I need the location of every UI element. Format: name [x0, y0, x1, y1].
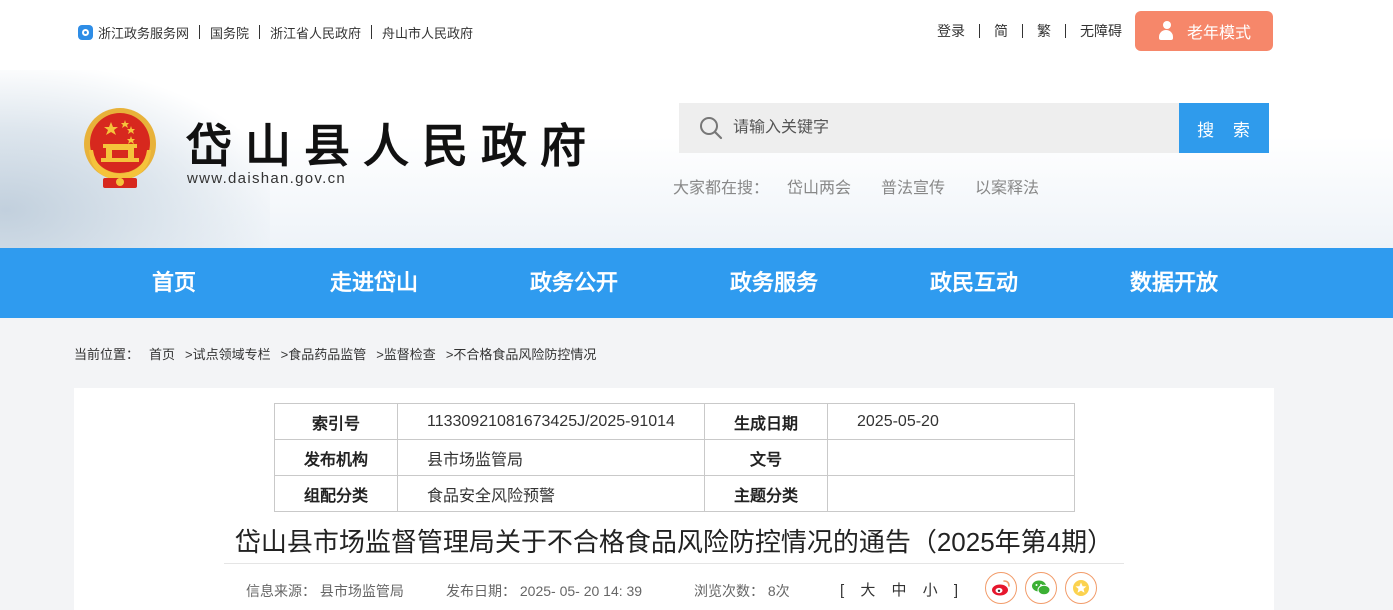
meta-key: 发布机构 [274, 439, 398, 476]
divider [224, 563, 1124, 564]
search-icon [700, 117, 723, 140]
table-row: 组配分类 食品安全风险预警 主题分类 [274, 475, 1075, 512]
breadcrumb: 当前位置： 首页 >试点领域专栏 >食品药品监管 >监督检查 >不合格食品风险防… [74, 344, 606, 363]
simplified-link[interactable]: 简 [994, 21, 1008, 41]
divider [1022, 24, 1023, 38]
share-weibo-button[interactable] [985, 572, 1017, 604]
breadcrumb-item[interactable]: >食品药品监管 [281, 344, 367, 363]
site-title: 岱山县人民政府 [186, 119, 599, 173]
weibo-icon [992, 580, 1010, 596]
meta-value: 2025-05-20 [827, 403, 1075, 440]
elder-person-icon [1157, 21, 1177, 41]
table-row: 发布机构 县市场监管局 文号 [274, 439, 1075, 476]
link-guowuyuan[interactable]: 国务院 [210, 23, 249, 42]
link-zhoushan-gov[interactable]: 舟山市人民政府 [382, 23, 473, 42]
search-input[interactable] [733, 119, 1153, 137]
link-zhejiang-gov[interactable]: 浙江省人民政府 [270, 23, 361, 42]
nav-home[interactable]: 首页 [94, 248, 254, 318]
top-links: 浙江政务服务网 国务院 浙江省人民政府 舟山市人民政府 [78, 22, 473, 42]
meta-key: 主题分类 [704, 475, 828, 512]
nav-gov-affairs[interactable]: 政务公开 [494, 248, 654, 318]
nav-open-data[interactable]: 数据开放 [1094, 248, 1254, 318]
link-zjzwfw[interactable]: 浙江政务服务网 [98, 23, 189, 42]
favorite-icon [1073, 580, 1089, 596]
nav-about-daishan[interactable]: 走进岱山 [294, 248, 454, 318]
hot-search-item[interactable]: 以案释法 [975, 174, 1039, 198]
breadcrumb-label: 当前位置： [74, 347, 140, 362]
top-right-tools: 登录 简 繁 无障碍 老年模式 [937, 11, 1273, 51]
search-button[interactable]: 搜 索 [1179, 103, 1269, 153]
elder-mode-label: 老年模式 [1186, 25, 1251, 42]
article-source: 信息来源： 县市场监管局 [246, 583, 404, 599]
hot-search-item[interactable]: 普法宣传 [881, 174, 945, 198]
meta-key: 文号 [704, 439, 828, 476]
hot-search-item[interactable]: 岱山两会 [787, 174, 851, 198]
article-title: 岱山县市场监督管理局关于不合格食品风险防控情况的通告（2025年第4期） [234, 527, 1114, 557]
divider [979, 24, 980, 38]
breadcrumb-item[interactable]: 首页 [149, 344, 175, 363]
font-size-switcher[interactable]: [ 大 中 小 ] [840, 579, 964, 600]
nav-gov-services[interactable]: 政务服务 [694, 248, 854, 318]
meta-value: 县市场监管局 [397, 439, 705, 476]
share-favorite-button[interactable] [1065, 572, 1097, 604]
main-nav: 首页 走进岱山 政务公开 政务服务 政民互动 数据开放 [0, 248, 1393, 318]
divider [259, 25, 261, 39]
hot-search-label: 大家都在搜： [673, 180, 770, 197]
metadata-table: 索引号 11330921081673425J/2025-91014 生成日期 2… [274, 403, 1075, 512]
meta-value [827, 475, 1075, 512]
article-date: 发布日期： 2025- 05- 20 14: 39 [446, 583, 643, 599]
meta-key: 组配分类 [274, 475, 398, 512]
divider [371, 25, 373, 39]
article-panel: 索引号 11330921081673425J/2025-91014 生成日期 2… [74, 388, 1274, 610]
table-row: 索引号 11330921081673425J/2025-91014 生成日期 2… [274, 403, 1075, 440]
hot-search: 大家都在搜： 岱山两会 普法宣传 以案释法 [673, 174, 1039, 198]
site-url: www.daishan.gov.cn [187, 170, 347, 187]
meta-value: 食品安全风险预警 [397, 475, 705, 512]
meta-key: 索引号 [274, 403, 398, 440]
nav-interaction[interactable]: 政民互动 [894, 248, 1054, 318]
accessibility-link[interactable]: 无障碍 [1080, 21, 1122, 41]
national-emblem-icon [84, 108, 156, 188]
login-link[interactable]: 登录 [937, 21, 965, 41]
wechat-icon [1032, 580, 1051, 596]
divider [199, 25, 201, 39]
search-box [679, 103, 1179, 153]
breadcrumb-item[interactable]: >监督检查 [376, 344, 436, 363]
traditional-link[interactable]: 繁 [1037, 21, 1051, 41]
elder-mode-button[interactable]: 老年模式 [1135, 11, 1273, 51]
breadcrumb-item[interactable]: >试点领域专栏 [185, 344, 271, 363]
divider [1065, 24, 1066, 38]
meta-value [827, 439, 1075, 476]
share-wechat-button[interactable] [1025, 572, 1057, 604]
article-views: 浏览次数： 8次 [694, 583, 790, 599]
meta-value: 11330921081673425J/2025-91014 [397, 403, 705, 440]
zjzwfw-logo-icon [78, 24, 93, 40]
meta-key: 生成日期 [704, 403, 828, 440]
breadcrumb-item[interactable]: >不合格食品风险防控情况 [446, 344, 597, 363]
